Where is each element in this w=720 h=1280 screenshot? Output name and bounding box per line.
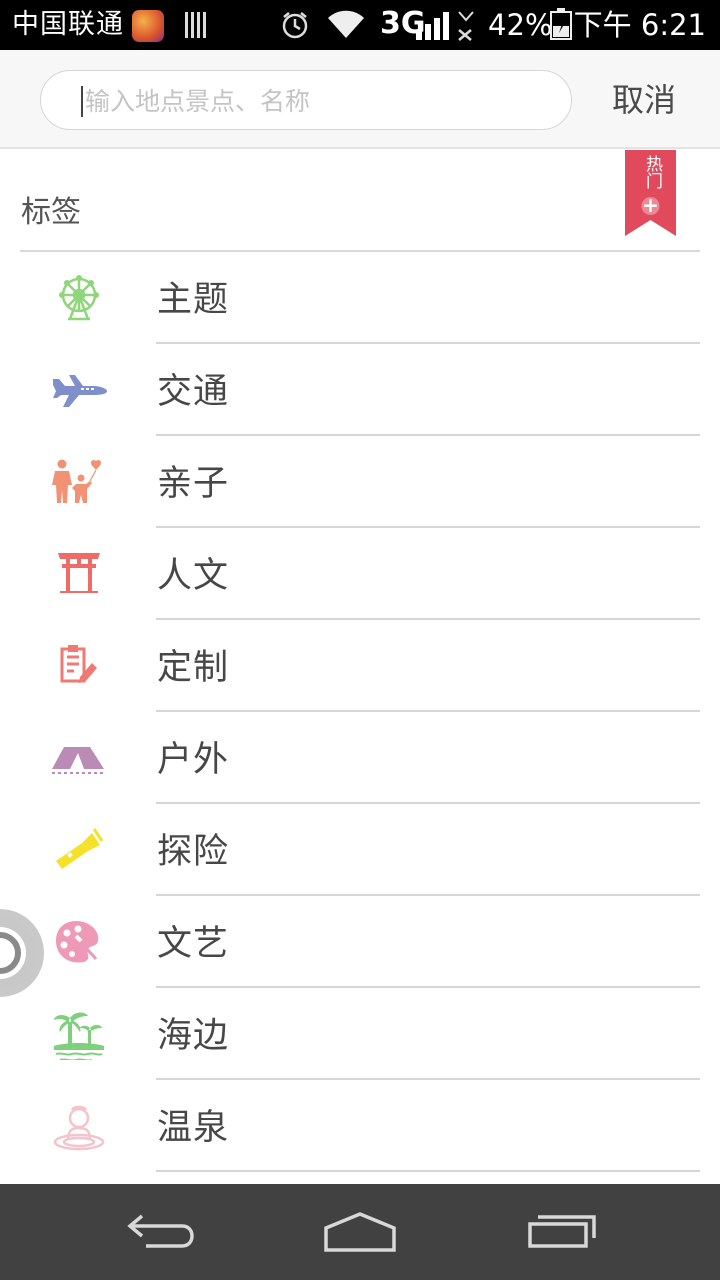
hot-ribbon-button[interactable]: 热门 + bbox=[625, 150, 676, 237]
row-divider bbox=[156, 1170, 700, 1172]
palette-icon bbox=[56, 921, 99, 963]
tag-item-family[interactable]: 亲子 bbox=[0, 436, 720, 528]
tag-label: 交通 bbox=[157, 372, 230, 412]
tag-item-seaside[interactable]: 海边 bbox=[0, 988, 720, 1080]
app-notification-icon bbox=[132, 10, 164, 42]
tag-item-hot-spring[interactable]: 温泉 bbox=[0, 1080, 720, 1172]
tag-label: 户外 bbox=[157, 740, 230, 780]
hot-ribbon-plus: + bbox=[642, 193, 659, 217]
text-cursor bbox=[81, 86, 83, 117]
airplane-icon bbox=[53, 375, 107, 407]
tag-item-adventure[interactable]: 探险 bbox=[0, 804, 720, 896]
battery-icon bbox=[550, 8, 572, 40]
tag-label: 海边 bbox=[157, 1016, 230, 1056]
tent-icon bbox=[52, 747, 104, 774]
wifi-icon bbox=[328, 10, 364, 38]
signal-strength-icon bbox=[416, 12, 449, 40]
tag-item-arts[interactable]: 文艺 bbox=[0, 896, 720, 988]
tag-label: 主题 bbox=[157, 280, 230, 320]
clock: 下午 6:21 bbox=[573, 8, 706, 42]
battery-percent: 42% bbox=[488, 8, 553, 42]
parent-child-icon bbox=[52, 459, 101, 503]
tag-item-culture[interactable]: 人文 bbox=[0, 528, 720, 620]
tag-label: 温泉 bbox=[157, 1108, 230, 1148]
hot-ribbon-text: 热门 bbox=[642, 155, 662, 189]
back-icon[interactable] bbox=[122, 1208, 202, 1256]
floating-assistant-button[interactable] bbox=[0, 905, 48, 1000]
tag-label: 定制 bbox=[157, 648, 230, 688]
flashlight-icon bbox=[56, 828, 104, 869]
home-icon[interactable] bbox=[320, 1208, 400, 1256]
tag-item-custom[interactable]: 定制 bbox=[0, 620, 720, 712]
status-bar: 中国联通 3G 42% 下午 6:21 bbox=[0, 0, 720, 50]
hot-spring-icon bbox=[53, 1105, 105, 1151]
tag-list: 主题 交通 亲子 人文 定制 户外 探险 文艺 海边 温泉 bbox=[0, 252, 720, 1172]
tag-label: 探险 bbox=[157, 832, 230, 872]
clipboard-edit-icon bbox=[60, 645, 97, 683]
navigation-bar bbox=[0, 1184, 720, 1280]
search-input[interactable] bbox=[85, 79, 555, 123]
tag-label: 文艺 bbox=[157, 924, 230, 964]
no-signal-icon bbox=[458, 11, 474, 41]
search-header: 取消 bbox=[0, 50, 720, 149]
cancel-button[interactable]: 取消 bbox=[612, 78, 676, 122]
tag-item-outdoor[interactable]: 户外 bbox=[0, 712, 720, 804]
ferris-wheel-icon bbox=[59, 275, 99, 321]
tags-section-title: 标签 bbox=[21, 195, 81, 230]
palm-beach-icon bbox=[54, 1012, 104, 1060]
barcode-icon bbox=[185, 12, 207, 38]
tag-item-transport[interactable]: 交通 bbox=[0, 344, 720, 436]
search-box[interactable] bbox=[40, 70, 572, 130]
tag-label: 亲子 bbox=[157, 464, 230, 504]
torii-gate-icon bbox=[58, 553, 100, 593]
recent-apps-icon[interactable] bbox=[522, 1208, 602, 1256]
tag-item-theme[interactable]: 主题 bbox=[0, 252, 720, 344]
tag-label: 人文 bbox=[157, 556, 230, 596]
carrier-name: 中国联通 bbox=[12, 9, 124, 40]
alarm-icon bbox=[282, 12, 308, 39]
